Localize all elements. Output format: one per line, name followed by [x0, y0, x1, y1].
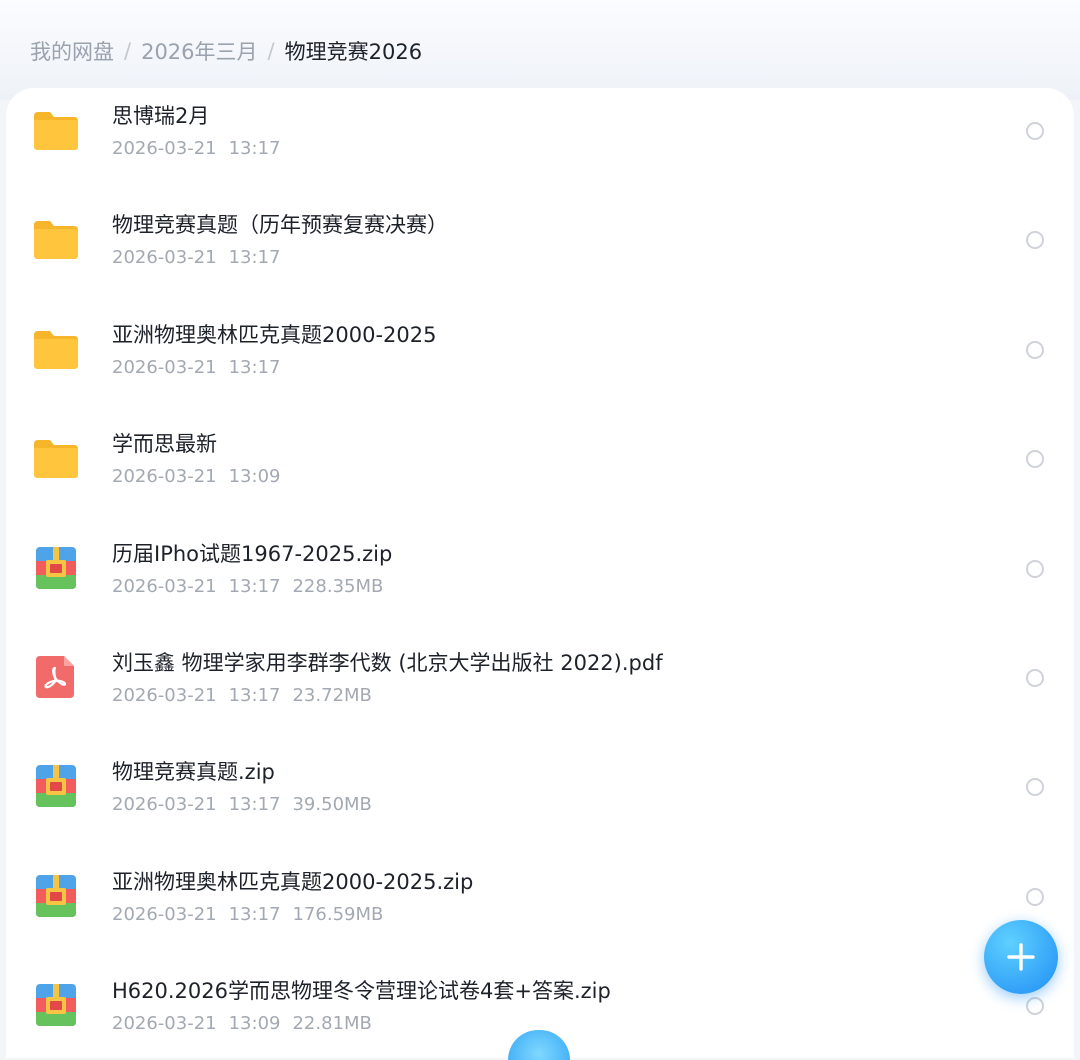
file-time: 13:09 [228, 1013, 281, 1035]
breadcrumb-item-month[interactable]: 2026年三月 [141, 36, 257, 66]
file-row[interactable]: 亚洲物理奥林匹克真题2000-2025.zip 2026-03-21 13:17 17… [6, 854, 1074, 963]
file-size: 39.50MB [292, 794, 372, 816]
select-checkbox[interactable] [1026, 122, 1044, 140]
file-name: 物理竞赛真题.zip [112, 760, 275, 785]
breadcrumb: 我的网盘 / 2026年三月 / 物理竞赛2026 [30, 36, 422, 66]
file-meta: 2026-03-21 13:17 176.59MB [112, 903, 395, 927]
file-size: 22.81MB [292, 1013, 372, 1035]
file-name: 思博瑞2月 [112, 104, 210, 128]
file-name: 学而思最新 [112, 432, 217, 457]
file-date: 2026-03-21 [112, 247, 217, 269]
file-row[interactable]: 物理竞赛真题（历年预赛复赛决赛） 2026-03-21 13:17 [6, 197, 1074, 306]
file-time: 13:17 [228, 575, 281, 597]
select-checkbox[interactable] [1026, 231, 1044, 250]
file-date: 2026-03-21 [112, 466, 217, 488]
select-checkbox[interactable] [1026, 778, 1044, 797]
file-row[interactable]: 亚洲物理奥林匹克真题2000-2025 2026-03-21 13:17 [6, 307, 1074, 416]
file-date: 2026-03-21 [112, 684, 217, 706]
file-row[interactable]: 学而思最新 2026-03-21 13:09 [6, 416, 1074, 525]
file-time: 13:17 [228, 247, 281, 269]
file-list: 思博瑞2月 2026-03-21 13:17 物理竞赛真题（历年预赛复赛决赛） 2026… [6, 88, 1074, 1058]
select-checkbox[interactable] [1026, 450, 1044, 469]
select-checkbox[interactable] [1026, 668, 1044, 687]
file-time: 13:17 [228, 138, 281, 159]
file-meta: 2026-03-21 13:17 [112, 356, 292, 380]
file-name: 物理竞赛真题（历年预赛复赛决赛） [112, 213, 448, 238]
breadcrumb-current: 物理竞赛2026 [284, 40, 423, 64]
file-name: 历届IPho试题1967-2025.zip [112, 541, 393, 566]
file-meta: 2026-03-21 13:17 23.72MB [112, 684, 384, 708]
file-name: 亚洲物理奥林匹克真题2000-2025.zip [112, 869, 474, 894]
zip-icon [32, 546, 80, 590]
file-name: 刘玉鑫 物理学家用李群李代数 (北京大学出版社 2022).pdf [112, 650, 663, 675]
select-checkbox[interactable] [1026, 997, 1044, 1016]
select-checkbox[interactable] [1026, 340, 1044, 359]
file-size: 23.72MB [292, 684, 372, 706]
select-checkbox[interactable] [1026, 887, 1044, 906]
file-date: 2026-03-21 [112, 1013, 217, 1035]
file-meta: 2026-03-21 13:17 228.35MB [112, 575, 395, 599]
header-area: 我的网盘 / 2026年三月 / 物理竞赛2026 [0, 0, 1080, 100]
file-name: H620.2026学而思物理冬令营理论试卷4套+答案.zip [112, 979, 611, 1004]
file-time: 13:09 [228, 466, 281, 488]
folder-icon [32, 217, 80, 261]
file-time: 13:17 [228, 356, 281, 378]
file-date: 2026-03-21 [112, 903, 217, 925]
file-date: 2026-03-21 [112, 575, 217, 597]
file-size: 176.59MB [292, 903, 384, 925]
file-time: 13:17 [228, 684, 281, 706]
zip-icon [32, 764, 80, 808]
file-meta: 2026-03-21 13:09 [112, 465, 292, 489]
file-time: 13:17 [228, 903, 281, 925]
file-row[interactable]: 刘玉鑫 物理学家用李群李代数 (北京大学出版社 2022).pdf 2026-03… [6, 635, 1074, 744]
pdf-icon [32, 655, 80, 699]
file-row[interactable]: 物理竞赛真题.zip 2026-03-21 13:17 39.50MB [6, 744, 1074, 853]
file-meta: 2026-03-21 13:17 [112, 137, 292, 161]
file-date: 2026-03-21 [112, 794, 217, 816]
zip-icon [32, 874, 80, 918]
zip-icon [32, 983, 80, 1027]
file-time: 13:17 [228, 794, 281, 816]
plus-icon [1007, 943, 1035, 971]
folder-icon [32, 436, 80, 480]
breadcrumb-separator: / [124, 39, 132, 63]
file-meta: 2026-03-21 13:17 39.50MB [112, 793, 384, 817]
file-meta: 2026-03-21 13:09 22.81MB [112, 1012, 384, 1036]
folder-icon [32, 108, 80, 152]
folder-icon [32, 327, 80, 371]
file-meta: 2026-03-21 13:17 [112, 246, 292, 270]
file-date: 2026-03-21 [112, 138, 217, 159]
select-checkbox[interactable] [1026, 559, 1044, 578]
breadcrumb-item-home[interactable]: 我的网盘 [30, 36, 114, 66]
add-button[interactable] [984, 920, 1058, 994]
file-row[interactable]: 历届IPho试题1967-2025.zip 2026-03-21 13:17 228.… [6, 526, 1074, 635]
breadcrumb-separator: / [267, 39, 275, 63]
file-list-panel: 思博瑞2月 2026-03-21 13:17 物理竞赛真题（历年预赛复赛决赛） 2026… [6, 88, 1074, 1058]
file-row[interactable]: 思博瑞2月 2026-03-21 13:17 [6, 88, 1074, 197]
file-date: 2026-03-21 [112, 356, 217, 378]
file-name: 亚洲物理奥林匹克真题2000-2025 [112, 322, 437, 347]
file-size: 228.35MB [292, 575, 384, 597]
